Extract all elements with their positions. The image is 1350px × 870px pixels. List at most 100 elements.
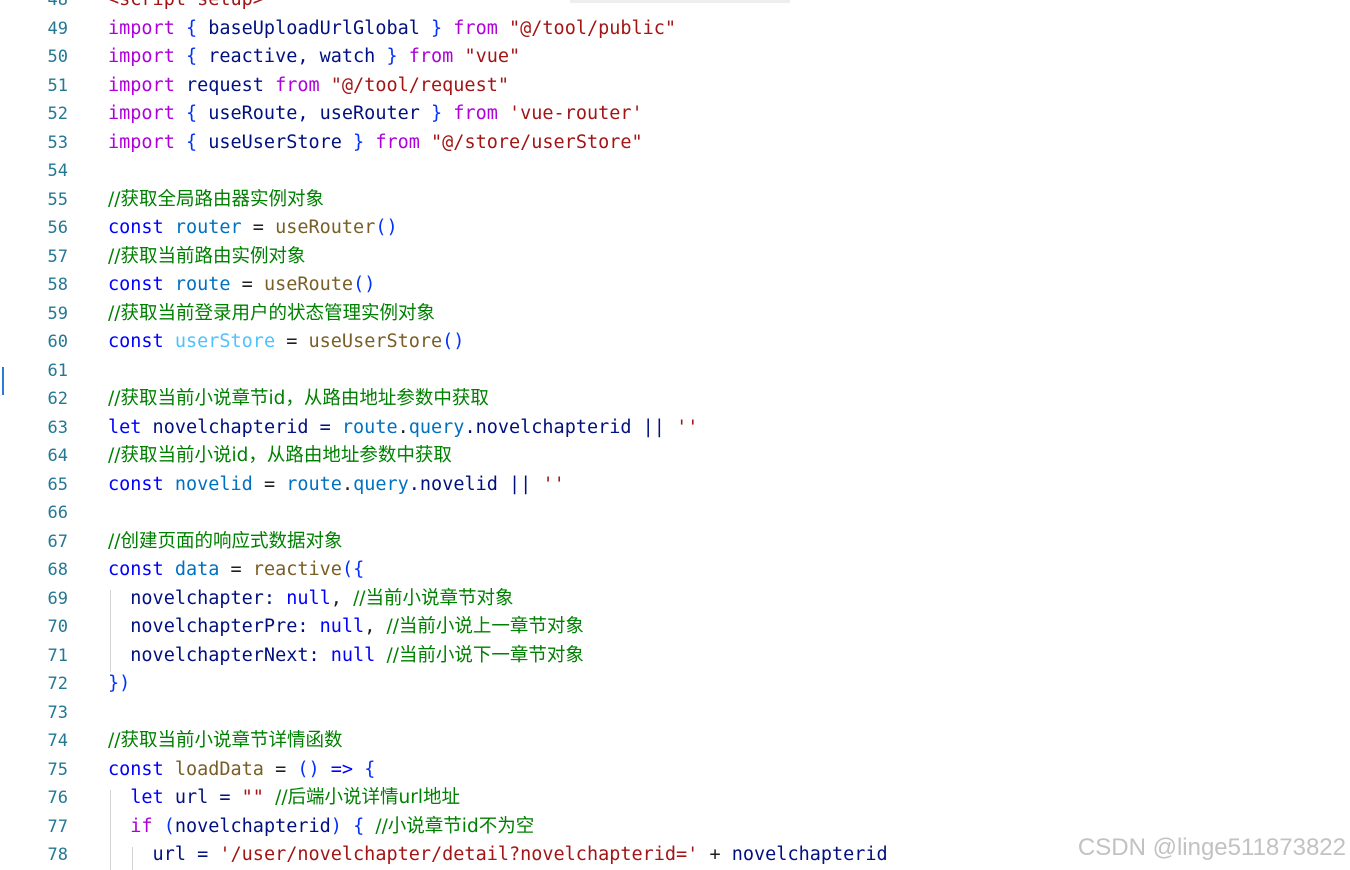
code-line[interactable]: 60 const userStore = useUserStore() [0,328,1350,357]
code-token: () [442,331,465,352]
code-token: , [364,616,387,637]
code-token: let [108,416,142,438]
code-token: <script setup> [108,0,264,10]
code-text: import { useRoute, useRouter } from 'vue… [108,100,643,129]
code-token: '' [676,416,699,438]
code-token: } [431,17,443,39]
code-token: from [275,74,320,96]
code-token: const [108,331,164,352]
code-line[interactable]: 50 import { reactive, watch } from "vue" [0,43,1350,72]
code-token: , [330,587,354,609]
code-token: 'vue-router' [509,103,643,124]
code-token: reactive [252,559,342,580]
code-token: if [130,815,153,837]
code-token: .novelchapterid || [464,416,677,438]
code-token: //获取全局路由器实例对象 [108,188,324,210]
code-token: novelchapterPre: [108,616,320,637]
line-number: 72 [47,674,68,694]
line-number: 66 [47,503,68,523]
code-token: //获取当前登录用户的状态管理实例对象 [108,302,435,324]
code-line[interactable]: 49 import { baseUploadUrlGlobal } from "@… [0,15,1350,44]
line-number: 48 [47,0,68,10]
code-token: let [130,787,164,808]
code-token: useUserStore [308,331,443,352]
code-line[interactable]: 58 const route = useRoute() [0,271,1350,300]
line-number: 63 [47,417,68,438]
cursor-line-marker [2,367,4,395]
line-number: 61 [47,360,68,381]
code-text: const userStore = useUserStore() [108,328,464,357]
code-token: () [297,758,320,780]
code-line[interactable]: 53 import { useUserStore } from "@/store/… [0,129,1350,158]
code-line[interactable]: 59 //获取当前登录用户的状态管理实例对象 [0,300,1350,329]
code-text: let novelchapterid = route.query.novelch… [108,414,698,443]
code-token: route [286,473,342,495]
code-token: "@/tool/public" [509,17,677,39]
code-token: //获取当前小说章节id，从路由地址参数中获取 [108,388,489,409]
code-token: = [241,217,276,238]
code-editor[interactable]: 48 <script setup> 49 import { baseUploadUrl… [0,0,1350,870]
code-text: //获取当前小说id，从路由地址参数中获取 [108,442,452,471]
code-line[interactable]: 61 [0,357,1350,386]
code-line[interactable]: 69 novelchapter: null, //当前小说章节对象 [0,585,1350,614]
code-token: null [286,587,331,609]
code-line[interactable]: 74 //获取当前小说章节详情函数 [0,727,1350,756]
code-text: novelchapter: null, //当前小说章节对象 [108,585,513,614]
indent-guide-if-block [132,847,133,870]
code-token: null [330,644,376,666]
line-number: 54 [47,161,68,181]
code-token: novelchapter: [108,587,287,609]
indent-guide-object [110,590,111,672]
code-text: //获取当前路由实例对象 [108,243,305,272]
line-number: 77 [47,816,68,837]
code-token: = [263,758,298,780]
code-line[interactable]: 72}) [0,670,1350,699]
code-line[interactable]: 76 let url = "" //后端小说详情url地址 [0,784,1350,813]
code-token: import [108,74,175,96]
code-line[interactable]: 66 [0,499,1350,528]
code-line[interactable]: 52 import { useRoute, useRouter } from 'v… [0,100,1350,129]
code-line[interactable]: 64 //获取当前小说id，从路由地址参数中获取 [0,442,1350,471]
code-line[interactable]: 56 const router = useRouter() [0,214,1350,243]
code-token: //创建页面的响应式数据对象 [108,530,343,552]
line-number: 55 [47,189,68,210]
code-line[interactable]: 73 [0,699,1350,728]
code-line[interactable]: 55 //获取全局路由器实例对象 [0,186,1350,215]
code-token: from [453,103,498,124]
code-line[interactable]: 62 //获取当前小说章节id，从路由地址参数中获取 [0,385,1350,414]
line-number: 52 [47,104,68,124]
code-token: null [319,616,365,637]
code-line[interactable]: 51 import request from "@/tool/request" [0,72,1350,101]
code-token: '/user/novelchapter/detail?novelchapteri… [219,844,699,865]
code-text: novelchapterNext: null //当前小说下一章节对象 [108,642,584,671]
code-token: useRoute, useRouter [197,103,432,124]
line-number: 71 [47,645,68,666]
code-line[interactable]: 75 const loadData = () => { [0,756,1350,785]
code-line[interactable]: 71 novelchapterNext: null //当前小说下一章节对象 [0,642,1350,671]
line-number: 57 [47,246,68,267]
code-line[interactable]: 70 novelchapterPre: null, //当前小说上一章节对象 [0,613,1350,642]
code-token: //获取当前小说章节详情函数 [108,730,343,751]
code-token: from [453,17,498,39]
code-line[interactable]: 54 [0,157,1350,186]
code-line[interactable]: 63 let novelchapterid = route.query.novel… [0,414,1350,443]
code-token: //小说章节id不为空 [375,815,535,837]
code-token: url = [163,787,242,808]
code-token: { [353,815,365,837]
code-line[interactable]: 67 //创建页面的响应式数据对象 [0,528,1350,557]
code-line[interactable]: 48 <script setup> [0,0,1350,15]
code-line[interactable]: 65 const novelid = route.query.novelid ||… [0,471,1350,500]
line-number: 50 [47,47,68,67]
code-line[interactable]: 68 const data = reactive({ [0,556,1350,585]
line-number: 64 [47,446,68,466]
code-line[interactable]: 57 //获取当前路由实例对象 [0,243,1350,272]
